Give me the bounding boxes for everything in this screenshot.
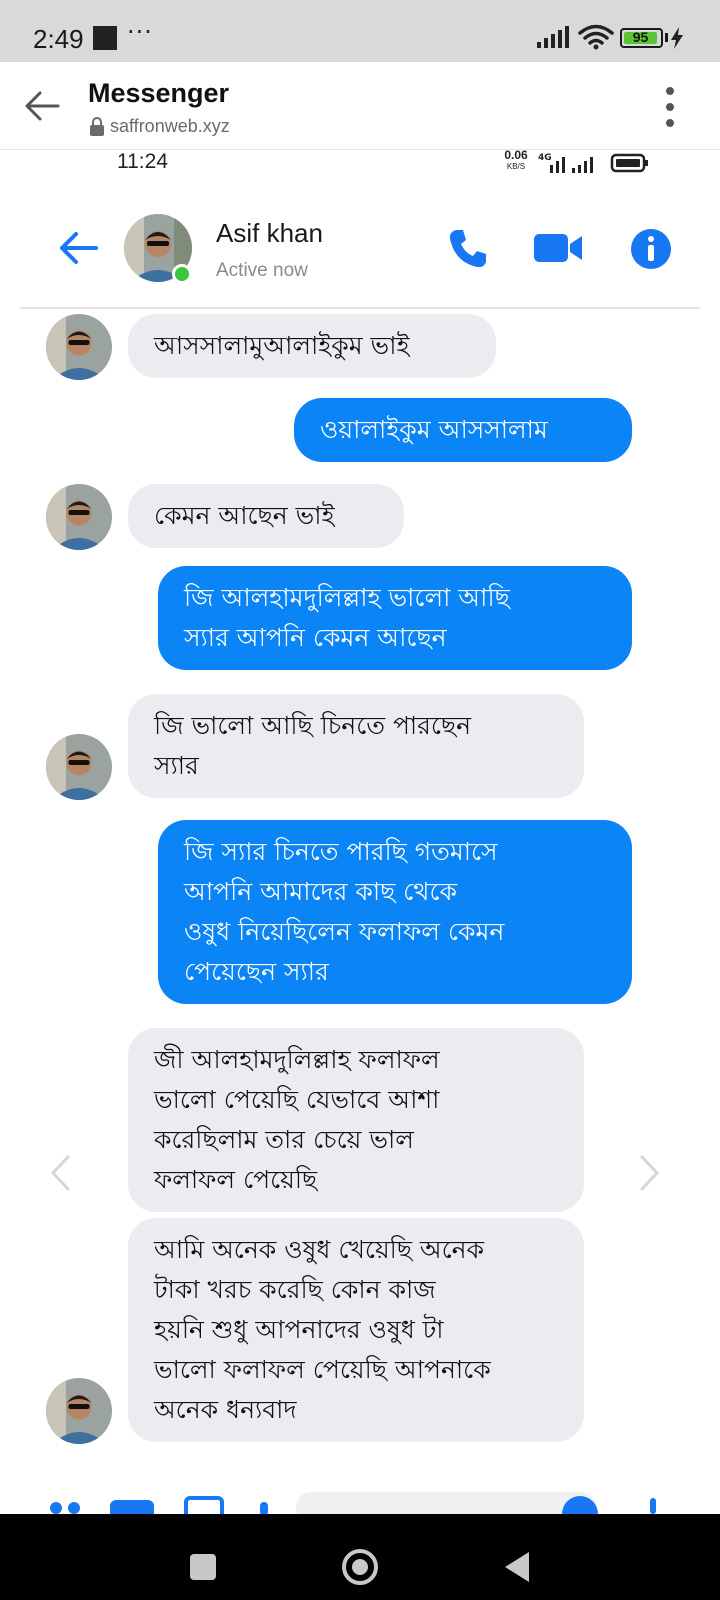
status-bar: 2:49 ··· 95 (0, 0, 720, 62)
message-bubble-sent[interactable]: জি স্যার চিনতে পারছি গতমাসে আপনি আমাদের … (158, 820, 632, 1004)
message-bubble-received[interactable]: আসসালামুআলাইকুম ভাই (128, 314, 496, 378)
chevron-left-icon[interactable] (48, 1153, 72, 1193)
battery-icon: 95 (620, 28, 663, 48)
overflow-menu-icon[interactable] (660, 86, 680, 128)
message-bubble-received[interactable]: আমি অনেক ওষুধ খেয়েছি অনেক টাকা খরচ করেছ… (128, 1218, 584, 1442)
chevron-right-icon[interactable] (638, 1153, 662, 1193)
browser-header: Messenger saffronweb.xyz (0, 62, 720, 150)
notification-square-icon (93, 26, 117, 50)
contact-name[interactable]: Asif khan (216, 218, 323, 249)
inner-status-time: 11:24 (117, 150, 168, 173)
more-notifications-icon: ··· (127, 18, 153, 46)
video-camera-icon[interactable] (534, 232, 584, 264)
home-button[interactable] (340, 1547, 380, 1587)
sender-avatar[interactable] (46, 484, 112, 550)
sender-avatar[interactable] (46, 734, 112, 800)
message-bubble-sent[interactable]: ওয়ালাইকুম আসসালাম (294, 398, 632, 462)
sender-avatar[interactable] (46, 314, 112, 380)
network-speed-value: 0.06 (504, 148, 528, 162)
navigation-bar (0, 1514, 720, 1600)
chat-back-arrow-icon[interactable] (56, 226, 100, 270)
page-title: Messenger (88, 78, 230, 108)
recent-apps-button[interactable] (190, 1554, 216, 1580)
phone-icon[interactable] (446, 226, 490, 270)
inner-status-icons: 4G (538, 153, 648, 173)
network-speed: 0.06 KB/S (498, 148, 534, 172)
message-bubble-sent[interactable]: জি আলহামদুলিল্লাহ ভালো আছি স্যার আপনি কে… (158, 566, 632, 670)
nav-back-icon[interactable] (502, 1550, 532, 1584)
network-speed-unit: KB/S (506, 162, 526, 171)
message-bubble-received[interactable]: কেমন আছেন ভাই (128, 484, 404, 548)
status-time: 2:49 (33, 24, 84, 54)
chat-header-divider (20, 307, 700, 309)
url-text: saffronweb.xyz (110, 116, 230, 136)
contact-status: Active now (216, 260, 308, 281)
network-type-label: 4G (538, 153, 552, 163)
message-bubble-received[interactable]: জী আলহামদুলিল্লাহ ফলাফল ভালো পেয়েছি যেভ… (128, 1028, 584, 1212)
charging-bolt-icon (671, 27, 683, 49)
signal-icon (537, 26, 569, 48)
message-bubble-received[interactable]: জি ভালো আছি চিনতে পারছেন স্যার (128, 694, 584, 798)
lock-icon (90, 117, 104, 136)
info-icon[interactable] (630, 228, 672, 270)
battery-level: 95 (632, 29, 649, 45)
wifi-icon (578, 24, 614, 50)
battery-cap (665, 33, 668, 42)
back-arrow-icon[interactable] (22, 86, 62, 126)
online-status-indicator (172, 264, 192, 284)
composer-toolbar (50, 1492, 656, 1514)
sender-avatar[interactable] (46, 1378, 112, 1444)
